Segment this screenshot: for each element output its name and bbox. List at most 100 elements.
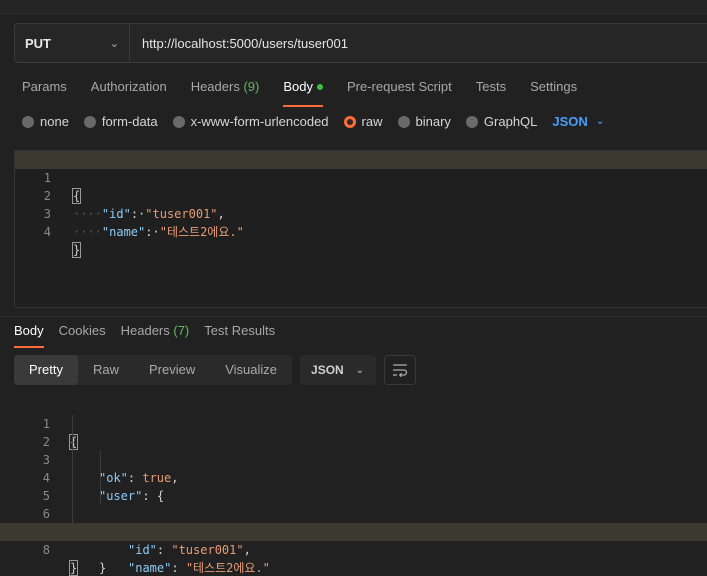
- line-number: 8: [42, 543, 50, 557]
- response-line: 5 "id": "tuser001",: [0, 469, 707, 557]
- tab-headers[interactable]: Headers (9): [191, 79, 260, 101]
- panel-divider[interactable]: [0, 316, 707, 317]
- wrap-lines-icon: [393, 364, 408, 377]
- body-format-select[interactable]: JSON ⌄: [552, 114, 604, 129]
- radio-x-www-form-urlencoded[interactable]: x-www-form-urlencoded: [172, 114, 329, 129]
- line-code: }: [68, 559, 79, 576]
- radio-selected-icon: [343, 115, 356, 128]
- closing-brace: }: [99, 561, 107, 575]
- tab-label: Params: [22, 79, 67, 94]
- chevron-down-icon: ⌄: [355, 364, 365, 376]
- editor-line: 4 }: [15, 205, 707, 258]
- response-format-select[interactable]: JSON ⌄: [300, 355, 377, 385]
- json-value: "테스트2에요.": [159, 225, 244, 239]
- radio-icon: [397, 115, 410, 128]
- radio-binary[interactable]: binary: [397, 114, 451, 129]
- radio-label: GraphQL: [483, 114, 538, 129]
- line-code: "name": "테스트2에요.": [128, 559, 270, 576]
- radio-form-data[interactable]: form-data: [83, 114, 158, 129]
- indent-guide: [72, 469, 73, 487]
- response-line: 7 }: [0, 505, 707, 575]
- response-view-toolbar: Pretty Raw Preview Visualize JSON ⌄: [14, 355, 417, 385]
- comma: ,: [243, 543, 251, 557]
- radio-icon: [83, 115, 96, 128]
- radio-label: x-www-form-urlencoded: [190, 114, 329, 129]
- radio-graphql[interactable]: GraphQL: [465, 114, 538, 129]
- editor-line: 1 {: [15, 151, 707, 204]
- tab-params[interactable]: Params: [22, 79, 67, 101]
- separator: :·: [145, 225, 160, 239]
- chevron-down-icon: ⌄: [595, 116, 605, 127]
- view-preview-button[interactable]: Preview: [134, 355, 210, 385]
- json-key: "name": [101, 225, 146, 239]
- json-value: "tuser001": [171, 543, 244, 557]
- tab-label: Body: [283, 79, 313, 94]
- view-visualize-button[interactable]: Visualize: [210, 355, 292, 385]
- tab-body[interactable]: Body: [283, 79, 323, 107]
- response-line: 2 "ok": true,: [0, 415, 707, 485]
- line-code: }: [99, 559, 106, 576]
- brace: }: [71, 242, 82, 258]
- tab-label: Tests: [475, 79, 507, 94]
- radio-icon: [172, 115, 185, 128]
- radio-label: form-data: [101, 114, 158, 129]
- line-number: 4: [43, 225, 51, 239]
- radio-label: raw: [361, 114, 383, 129]
- request-url-bar: PUT ⌄ http://localhost:5000/users/tuser0…: [14, 23, 707, 63]
- tab-settings[interactable]: Settings: [530, 79, 577, 101]
- tab-label: Headers: [190, 79, 240, 94]
- chevron-down-icon: ⌄: [109, 37, 119, 50]
- response-line: 3 "user": {: [0, 433, 707, 503]
- response-line: 6 "name": "테스트2에요.": [0, 487, 707, 575]
- indent-guide: [100, 469, 101, 487]
- indent-guide: [72, 433, 73, 451]
- radio-label: binary: [415, 114, 451, 129]
- separator: :: [156, 543, 172, 557]
- tab-response-body[interactable]: Body: [14, 323, 44, 348]
- response-body-viewer[interactable]: 1 { 2 "ok": true, 3 "user": { 4 "no": 51…: [0, 397, 707, 576]
- separator: :: [171, 561, 186, 575]
- view-pretty-button[interactable]: Pretty: [14, 355, 78, 385]
- response-line: 1 {: [0, 397, 707, 450]
- request-body-editor[interactable]: 1 { 2 ····"id":·"tuser001", 3 ····"name"…: [14, 150, 707, 308]
- indent-guide: [72, 415, 73, 433]
- format-label: JSON: [311, 363, 344, 377]
- json-key: "id": [128, 543, 157, 557]
- tab-cookies[interactable]: Cookies: [59, 323, 106, 345]
- tab-tests[interactable]: Tests: [476, 79, 506, 101]
- indent-guide: [100, 451, 101, 469]
- editor-line: 3 ····"name":·"테스트2에요.": [15, 187, 707, 239]
- radio-raw[interactable]: raw: [343, 114, 383, 129]
- tab-label: Test Results: [204, 323, 276, 338]
- tab-test-results[interactable]: Test Results: [204, 323, 275, 345]
- line-code: ····"name":·"테스트2에요.": [73, 223, 244, 241]
- indent-guide: [72, 451, 73, 469]
- response-tabs: Body Cookies Headers (7) Test Results: [14, 323, 290, 348]
- json-key: "name": [128, 561, 172, 575]
- tab-label: Body: [14, 323, 44, 338]
- tab-label: Authorization: [90, 79, 167, 94]
- response-line: 4 "no": 51,: [0, 451, 707, 539]
- indent-guide: [72, 505, 73, 523]
- url-input[interactable]: http://localhost:5000/users/tuser001: [130, 36, 348, 51]
- response-line: 8 }: [0, 523, 707, 576]
- radio-none[interactable]: none: [22, 114, 69, 129]
- line-code: "id": "tuser001",: [128, 541, 251, 559]
- top-strip: [0, 0, 707, 14]
- tab-authorization[interactable]: Authorization: [91, 79, 167, 101]
- tab-label: Cookies: [58, 323, 106, 338]
- radio-icon: [22, 115, 34, 128]
- body-type-options: none form-data x-www-form-urlencoded raw…: [22, 114, 604, 129]
- wrap-lines-button[interactable]: [384, 355, 417, 385]
- method-select[interactable]: PUT ⌄: [15, 24, 130, 62]
- radio-icon: [465, 115, 478, 128]
- indent-guide: [72, 487, 73, 505]
- tab-label: Headers: [120, 323, 170, 338]
- tab-response-headers[interactable]: Headers (7): [121, 323, 190, 345]
- line-code: }: [71, 241, 82, 259]
- tab-pre-request-script[interactable]: Pre-request Script: [347, 79, 452, 101]
- tab-label: Pre-request Script: [346, 79, 452, 94]
- view-raw-button[interactable]: Raw: [78, 355, 134, 385]
- method-label: PUT: [25, 35, 51, 51]
- editor-line: 2 ····"id":·"tuser001",: [15, 169, 707, 221]
